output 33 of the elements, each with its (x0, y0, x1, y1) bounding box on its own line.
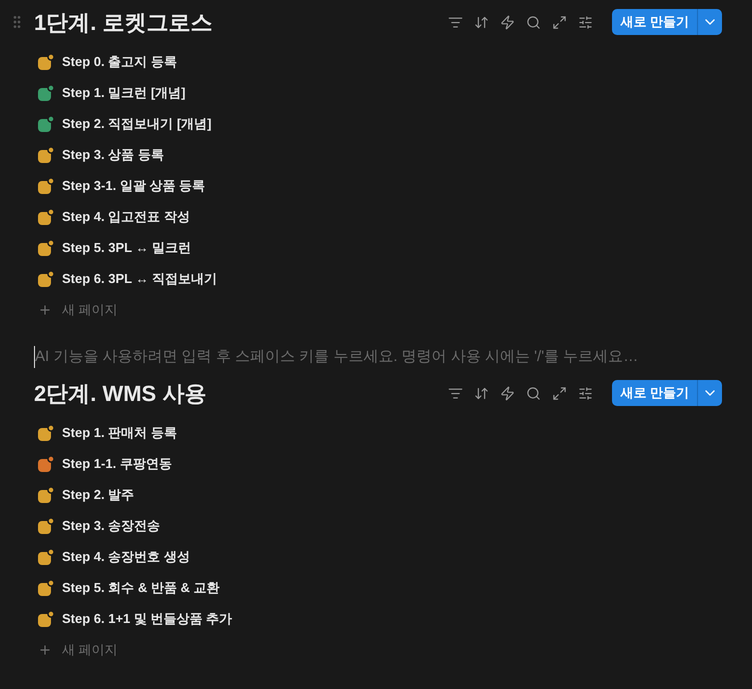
search-icon[interactable] (526, 14, 542, 30)
page-item[interactable]: Step 1-1. 쿠팡연동 (38, 448, 180, 479)
lightning-icon[interactable] (500, 14, 516, 30)
plus-icon (38, 642, 52, 656)
page-item[interactable]: Step 6. 1+1 및 번들상품 추가 (38, 603, 240, 634)
add-page-button[interactable]: 새 페이지 (38, 294, 118, 325)
plus-icon (38, 302, 52, 316)
page-item[interactable]: Step 2. 발주 (38, 479, 142, 510)
lightning-icon[interactable] (500, 386, 516, 400)
page-item[interactable]: Step 6. 3PL ↔ 직접보내기 (38, 263, 226, 294)
sort-icon[interactable] (474, 386, 490, 400)
page-item[interactable]: Step 5. 회수 & 반품 & 교환 (38, 572, 228, 603)
search-icon[interactable] (526, 386, 542, 400)
expand-icon[interactable] (552, 386, 568, 400)
section-title: 1단계. 로켓그로스 (34, 8, 212, 36)
page-item[interactable]: Step 4. 입고전표 작성 (38, 201, 198, 232)
add-page-button[interactable]: 새 페이지 (38, 634, 118, 665)
filter-icon[interactable] (448, 14, 464, 30)
page-item[interactable]: Step 3. 상품 등록 (38, 139, 172, 170)
page-item[interactable]: Step 2. 직접보내기 [개념] (38, 108, 220, 139)
settings-icon[interactable] (578, 14, 594, 30)
page-item[interactable]: Step 3-1. 일괄 상품 등록 (38, 170, 214, 201)
page-item[interactable]: Step 3. 송장전송 (38, 510, 168, 541)
page-item[interactable]: Step 1. 밀크런 [개념] (38, 77, 194, 108)
expand-icon[interactable] (552, 14, 568, 30)
section-title: 2단계. WMS 사용 (34, 380, 206, 408)
page-item[interactable]: Step 1. 판매처 등록 (38, 417, 185, 448)
page-item[interactable]: Step 0. 출고지 등록 (38, 46, 185, 77)
settings-icon[interactable] (578, 386, 594, 400)
page-item[interactable]: Step 4. 송장번호 생성 (38, 541, 198, 572)
sort-icon[interactable] (474, 14, 490, 30)
page-item[interactable]: Step 5. 3PL ↔ 밀크런 (38, 232, 200, 263)
filter-icon[interactable] (448, 386, 464, 400)
